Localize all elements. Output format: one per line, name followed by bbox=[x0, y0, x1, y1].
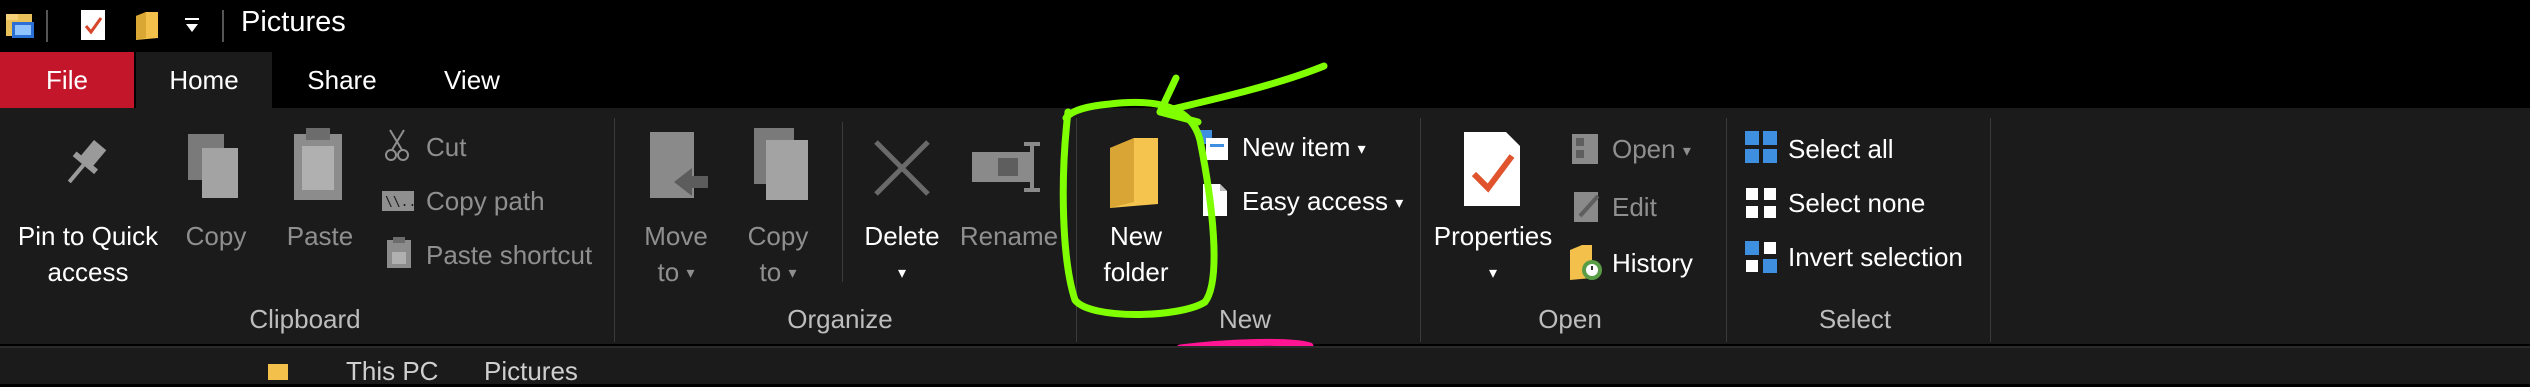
address-bar[interactable]: This PC Pictures bbox=[0, 346, 2530, 387]
highlight-circle bbox=[1059, 98, 1218, 318]
breadcrumb-this-pc[interactable]: This PC bbox=[346, 356, 438, 387]
annotation-overlay bbox=[1059, 62, 1328, 352]
folder-icon bbox=[268, 364, 288, 380]
breadcrumb-pictures[interactable]: Pictures bbox=[484, 356, 578, 387]
